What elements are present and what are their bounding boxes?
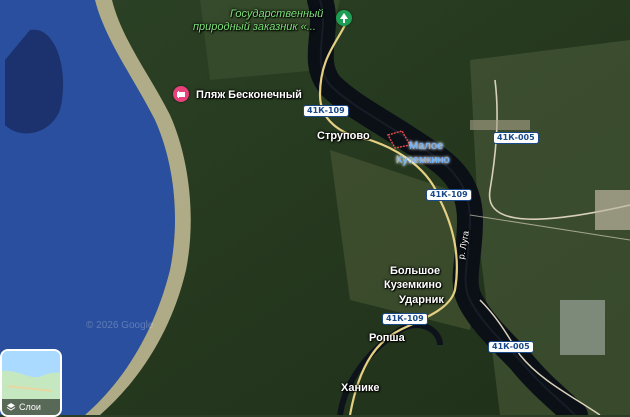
- layers-button[interactable]: Слои: [0, 349, 62, 417]
- reserve-label-line2[interactable]: природный заказник «...: [193, 21, 316, 33]
- industrial-area: [560, 300, 605, 355]
- beach-label[interactable]: Пляж Бесконечный: [196, 89, 302, 101]
- reserve-label-line1[interactable]: Государственный: [230, 8, 323, 20]
- maloe-kuzemkino-label-1[interactable]: Малое: [409, 140, 443, 152]
- khanike-label[interactable]: Ханике: [341, 382, 379, 394]
- road-shield: 41К-109: [382, 313, 428, 325]
- tree-icon[interactable]: [336, 10, 352, 26]
- strupovo-label[interactable]: Струпово: [317, 130, 370, 142]
- road-shield: 41К-109: [426, 189, 472, 201]
- copyright-watermark: © 2026 Google: [86, 320, 154, 331]
- satellite-map[interactable]: [0, 0, 630, 415]
- maloe-kuzemkino-label-2[interactable]: Куземкино: [396, 154, 450, 166]
- layers-icon: [6, 403, 16, 411]
- layers-label: Слои: [19, 402, 41, 412]
- road-shield: 41К-005: [493, 132, 539, 144]
- bolshoe-kuzemkino-label-2[interactable]: Куземкино: [384, 279, 442, 291]
- beach-icon[interactable]: [173, 86, 189, 102]
- bolshoe-kuzemkino-label-1[interactable]: Большое: [390, 265, 440, 277]
- road-shield: 41К-109: [303, 105, 349, 117]
- industrial-area-north: [595, 190, 630, 230]
- road-shield: 41К-005: [488, 341, 534, 353]
- udarnik-label[interactable]: Ударник: [399, 294, 444, 306]
- ropsha-label[interactable]: Ропша: [369, 332, 405, 344]
